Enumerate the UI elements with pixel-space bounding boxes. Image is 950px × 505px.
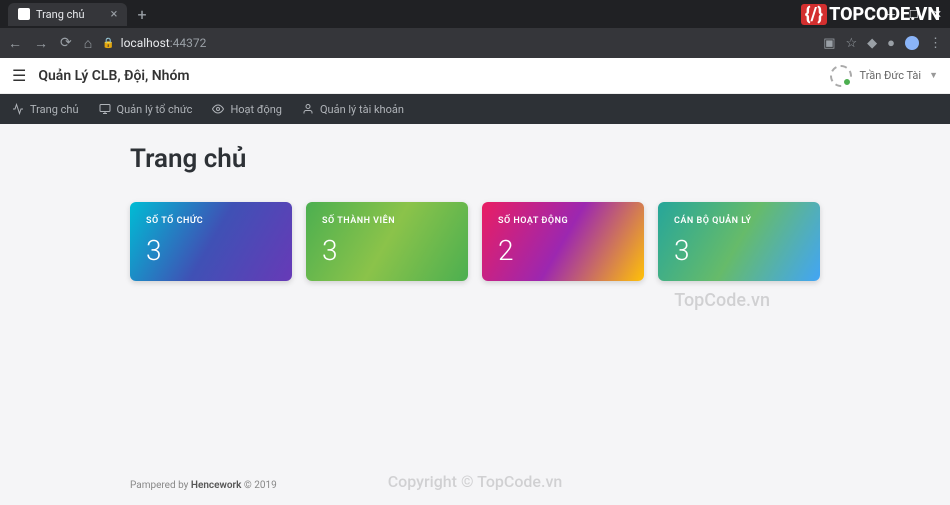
address-bar: ← → ⟳ ⌂ 🔒 localhost:44372 ▣ ☆ ◆ ● ⋮	[0, 28, 950, 58]
brand-bracket-icon: {/}	[801, 4, 827, 25]
menu-toggle-button[interactable]: ☰	[12, 66, 26, 85]
url-input[interactable]: 🔒 localhost:44372	[102, 36, 813, 50]
user-icon	[302, 103, 314, 115]
card-label: CÁN BỘ QUẢN LÝ	[674, 216, 804, 226]
nav-item-home[interactable]: Trang chủ	[12, 103, 79, 116]
card-value: 3	[322, 234, 452, 267]
footer-suffix: © 2019	[241, 480, 276, 491]
nav-item-activity[interactable]: Hoạt động	[212, 103, 282, 116]
card-value: 2	[498, 234, 628, 267]
eye-icon	[212, 103, 224, 115]
app-title: Quản Lý CLB, Đội, Nhóm	[38, 68, 189, 84]
extension3-icon[interactable]: ●	[887, 35, 895, 51]
favicon-icon	[18, 8, 30, 20]
brand-logo: {/} TOPCODE.VN	[801, 4, 940, 25]
card-activity-count[interactable]: SỐ HOẠT ĐỘNG 2	[482, 202, 644, 281]
brand-text: TOPCODE.VN	[829, 4, 940, 25]
card-member-count[interactable]: SỐ THÀNH VIÊN 3	[306, 202, 468, 281]
nav-label: Quản lý tài khoản	[320, 103, 404, 116]
card-value: 3	[146, 234, 276, 267]
forward-button[interactable]: →	[34, 35, 48, 52]
app-header: ☰ Quản Lý CLB, Đội, Nhóm Trần Đức Tài ▼	[0, 58, 950, 94]
card-value: 3	[674, 234, 804, 267]
user-avatar-icon	[830, 65, 852, 87]
nav-item-org[interactable]: Quản lý tổ chức	[99, 103, 193, 116]
star-icon[interactable]: ☆	[845, 36, 857, 51]
dashboard-cards: SỐ TỔ CHỨC 3 SỐ THÀNH VIÊN 3 SỐ HOẠT ĐỘN…	[130, 202, 820, 281]
nav-label: Quản lý tổ chức	[117, 103, 193, 116]
card-org-count[interactable]: SỐ TỔ CHỨC 3	[130, 202, 292, 281]
footer: Pampered by Hencework © 2019	[130, 480, 277, 491]
page-title: Trang chủ	[130, 144, 820, 174]
home-button[interactable]: ⌂	[84, 35, 92, 52]
footer-brand[interactable]: Hencework	[191, 480, 242, 491]
chevron-down-icon: ▼	[929, 70, 938, 81]
reload-button[interactable]: ⟳	[60, 35, 72, 52]
main-content: Trang chủ SỐ TỔ CHỨC 3 SỐ THÀNH VIÊN 3 S…	[0, 124, 950, 301]
extension2-icon[interactable]: ◆	[867, 36, 877, 51]
watermark-2: Copyright © TopCode.vn	[388, 472, 563, 491]
header-user[interactable]: Trần Đức Tài ▼	[830, 65, 938, 87]
new-tab-button[interactable]: +	[127, 5, 156, 24]
card-label: SỐ HOẠT ĐỘNG	[498, 216, 628, 226]
addr-right: ▣ ☆ ◆ ● ⋮	[823, 35, 942, 51]
activity-icon	[12, 103, 24, 115]
nav-arrows: ← → ⟳ ⌂	[8, 35, 92, 52]
card-label: SỐ TỔ CHỨC	[146, 216, 276, 226]
profile-avatar-icon[interactable]	[905, 36, 919, 50]
nav-item-account[interactable]: Quản lý tài khoản	[302, 103, 404, 116]
close-icon[interactable]: ×	[111, 7, 118, 22]
browser-tab[interactable]: Trang chủ ×	[8, 3, 127, 26]
back-button[interactable]: ←	[8, 35, 22, 52]
menu-icon[interactable]: ⋮	[929, 36, 942, 51]
nav-label: Hoạt động	[230, 103, 282, 116]
url-host: localhost	[121, 36, 170, 50]
url-port: :44372	[170, 36, 207, 50]
user-name: Trần Đức Tài	[860, 69, 922, 82]
extension-icon[interactable]: ▣	[823, 36, 835, 51]
lock-icon: 🔒	[102, 38, 114, 49]
nav-label: Trang chủ	[30, 103, 79, 116]
card-label: SỐ THÀNH VIÊN	[322, 216, 452, 226]
footer-prefix: Pampered by	[130, 480, 191, 491]
nav-menu: Trang chủ Quản lý tổ chức Hoạt động Quản…	[0, 94, 950, 124]
watermark-1: TopCode.vn	[674, 290, 770, 311]
card-manager-count[interactable]: CÁN BỘ QUẢN LÝ 3	[658, 202, 820, 281]
tab-title: Trang chủ	[36, 8, 85, 21]
monitor-icon	[99, 103, 111, 115]
